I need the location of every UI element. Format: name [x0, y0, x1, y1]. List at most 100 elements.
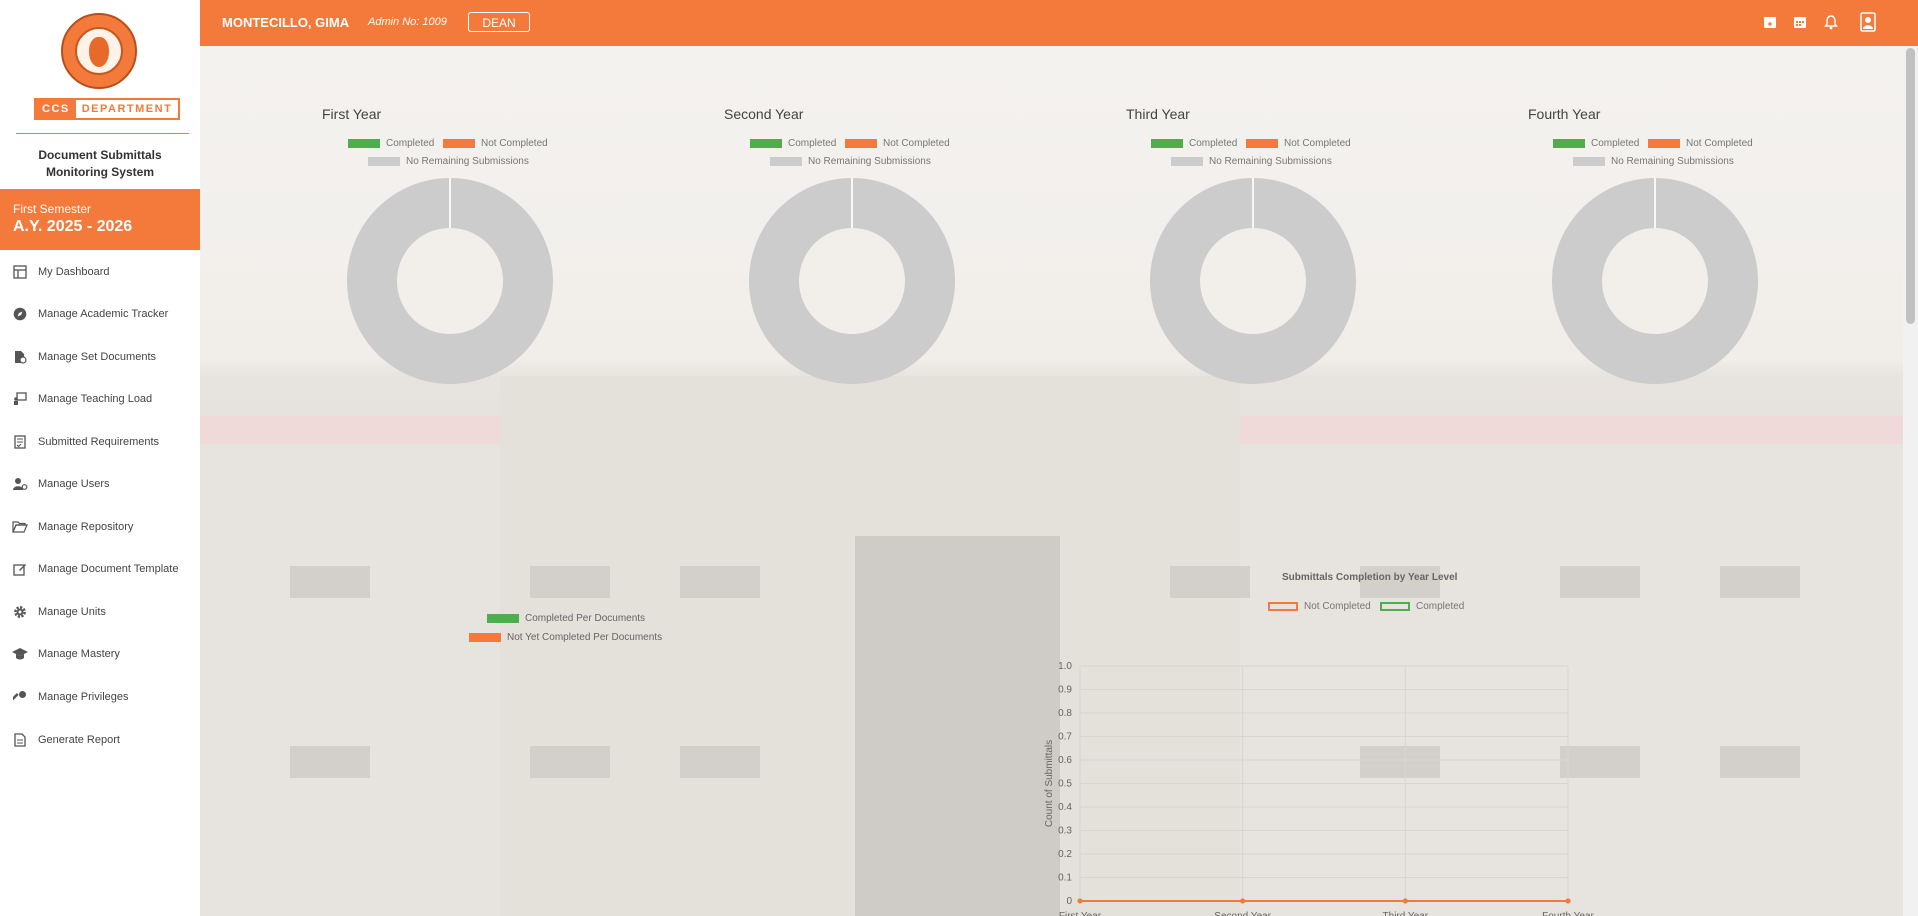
sidebar-item-label: Manage Document Template — [38, 563, 179, 575]
x-tick-label: Fourth Year — [1542, 911, 1594, 916]
series-point — [1077, 898, 1083, 904]
report-icon — [12, 732, 28, 748]
y-tick-label: 0.4 — [1058, 802, 1072, 813]
dept-abbrev: CCS — [36, 100, 76, 118]
legend-not-completed[interactable]: Not Completed — [845, 138, 950, 149]
donut-title: First Year — [322, 106, 382, 122]
legend-not-completed[interactable]: Not Completed — [1648, 138, 1753, 149]
sidebar-item-label: Manage Set Documents — [38, 351, 157, 363]
admin-number: Admin No: 1009 — [368, 16, 447, 28]
legend-not-completed[interactable]: Not Completed — [1246, 138, 1351, 149]
sidebar-item-label: Manage Units — [38, 606, 106, 618]
background-window — [1720, 746, 1800, 778]
legend-not-completed[interactable]: Not Completed — [443, 138, 548, 149]
legend-completed[interactable]: Completed — [1151, 138, 1237, 149]
sidebar-item-users[interactable]: Manage Users — [0, 467, 200, 501]
donut-title: Third Year — [1126, 106, 1190, 122]
system-name-line1: Document Submittals — [38, 148, 162, 162]
teacher-board-icon — [12, 391, 28, 407]
user-name: MONTECILLO, GIMA — [222, 15, 350, 30]
divider — [16, 133, 189, 134]
sidebar-item-label: Manage Mastery — [38, 648, 120, 660]
legend-no-remaining[interactable]: No Remaining Submissions — [1573, 156, 1734, 167]
y-tick-label: 0.5 — [1058, 779, 1072, 790]
university-logo — [61, 13, 137, 89]
background-window — [530, 566, 610, 598]
graduation-cap-icon — [12, 646, 28, 662]
key-icon — [12, 689, 28, 705]
sidebar-item-label: Manage Repository — [38, 521, 134, 533]
line-chart-title: Submittals Completion by Year Level — [1282, 572, 1458, 583]
series-point — [1565, 898, 1571, 904]
background-window — [290, 746, 370, 778]
top-bar: MONTECILLO, GIMA Admin No: 1009 DEAN — [200, 0, 1918, 46]
y-tick-label: 0 — [1066, 896, 1072, 907]
sidebar-item-academic-tracker[interactable]: Manage Academic Tracker — [0, 297, 200, 331]
donut-title: Second Year — [724, 106, 804, 122]
system-name: Document Submittals Monitoring System — [0, 147, 200, 181]
sidebar: CCS DEPARTMENT Document Submittals Monit… — [0, 0, 201, 916]
gear-icon — [12, 604, 28, 620]
x-tick-label: Third Year — [1383, 911, 1429, 916]
semester-label: First Semester — [13, 202, 92, 216]
legend-completed[interactable]: Completed — [1553, 138, 1639, 149]
background-window — [1170, 566, 1250, 598]
x-tick-label: First Year — [1059, 911, 1102, 916]
y-tick-label: 0.8 — [1058, 708, 1072, 719]
sidebar-item-label: Submitted Requirements — [38, 436, 160, 448]
sidebar-item-submitted-requirements[interactable]: Submitted Requirements — [0, 425, 200, 459]
system-name-line2: Monitoring System — [45, 165, 154, 179]
scrollbar-thumb[interactable] — [1906, 48, 1915, 324]
sidebar-item-set-documents[interactable]: Manage Set Documents — [0, 340, 200, 374]
sidebar-item-units[interactable]: Manage Units — [0, 595, 200, 629]
sidebar-item-generate-report[interactable]: Generate Report — [0, 723, 200, 757]
sidebar-item-teaching-load[interactable]: Manage Teaching Load — [0, 382, 200, 416]
sidebar-item-repository[interactable]: Manage Repository — [0, 510, 200, 544]
user-gear-icon — [12, 476, 28, 492]
legend-completed[interactable]: Completed — [750, 138, 836, 149]
background-window — [680, 566, 760, 598]
sidebar-item-label: Manage Privileges — [38, 691, 129, 703]
sidebar-item-privileges[interactable]: Manage Privileges — [0, 680, 200, 714]
y-tick-label: 0.6 — [1058, 755, 1072, 766]
legend-completed-per-documents[interactable]: Completed Per Documents — [487, 613, 645, 624]
legend-no-remaining[interactable]: No Remaining Submissions — [368, 156, 529, 167]
donut-chart-third-year — [1150, 178, 1356, 384]
academic-year: A.Y. 2025 - 2026 — [13, 218, 133, 235]
sidebar-item-mastery[interactable]: Manage Mastery — [0, 637, 200, 671]
legend-completed[interactable]: Completed — [348, 138, 434, 149]
document-gear-icon — [12, 349, 28, 365]
sidebar-item-label: Manage Academic Tracker — [38, 308, 169, 320]
legend-not-completed-per-documents[interactable]: Not Yet Completed Per Documents — [469, 632, 662, 643]
legend-no-remaining[interactable]: No Remaining Submissions — [770, 156, 931, 167]
y-tick-label: 0.9 — [1058, 685, 1072, 696]
sidebar-item-label: My Dashboard — [38, 266, 110, 278]
profile-icon[interactable] — [1858, 12, 1878, 32]
background-window — [530, 746, 610, 778]
calendar-icon[interactable] — [1790, 12, 1810, 32]
line-chart: 0 0.1 0.2 0.3 0.4 0.5 0.6 0.7 0.8 0.9 1.0 First Yea… — [1044, 661, 1595, 916]
sidebar-item-my-dashboard[interactable]: My Dashboard — [0, 255, 200, 289]
folder-open-icon — [12, 519, 28, 535]
y-axis-label: Count of Submittals — [1044, 740, 1055, 827]
edit-document-icon — [12, 561, 28, 577]
compass-icon — [12, 306, 28, 322]
background-window — [1720, 566, 1800, 598]
dashboard-icon — [12, 264, 28, 280]
donut-chart-fourth-year — [1552, 178, 1758, 384]
calendar-plus-icon[interactable] — [1760, 12, 1780, 32]
sidebar-item-document-template[interactable]: Manage Document Template — [0, 552, 200, 586]
y-tick-label: 0.7 — [1058, 732, 1072, 743]
semester-panel: First Semester A.Y. 2025 - 2026 — [0, 189, 200, 250]
dept-word: DEPARTMENT — [75, 100, 179, 118]
legend-no-remaining[interactable]: No Remaining Submissions — [1171, 156, 1332, 167]
sidebar-item-label: Manage Teaching Load — [38, 393, 153, 405]
page-scrollbar[interactable] — [1903, 46, 1918, 916]
series-point — [1402, 898, 1408, 904]
donut-title: Fourth Year — [1528, 106, 1601, 122]
sidebar-item-label: Generate Report — [38, 734, 120, 746]
background-window — [1560, 566, 1640, 598]
y-tick-label: 1.0 — [1058, 661, 1072, 672]
bell-icon[interactable] — [1821, 12, 1841, 32]
y-tick-label: 0.1 — [1058, 873, 1072, 884]
